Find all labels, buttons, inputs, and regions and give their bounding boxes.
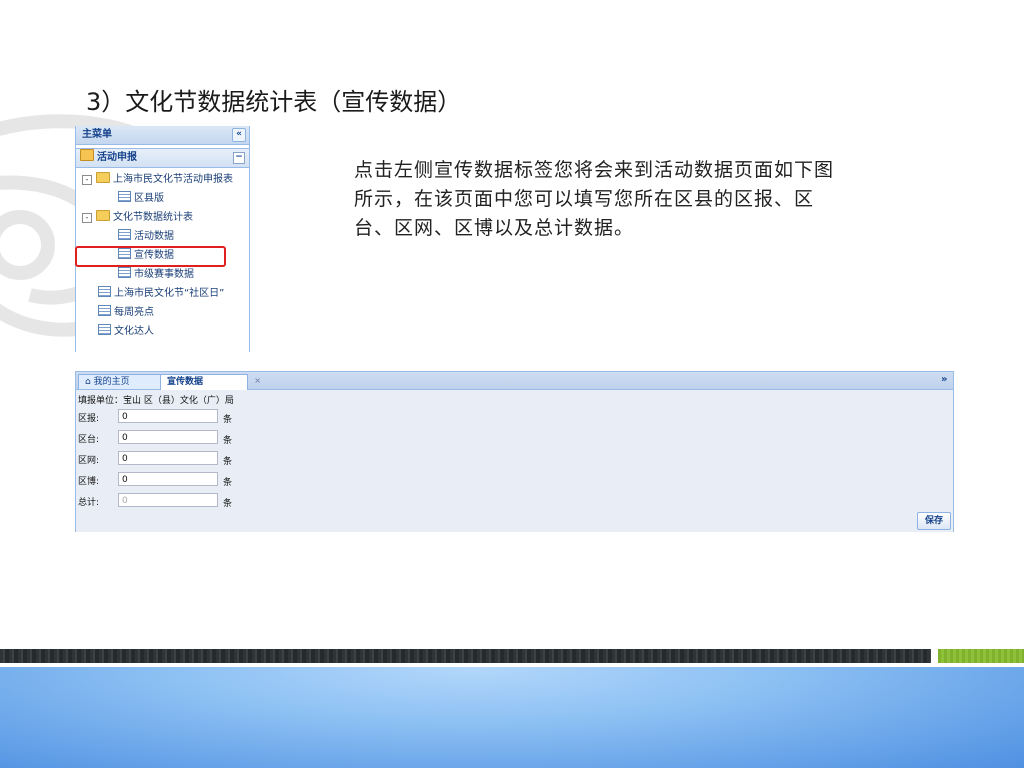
field-label: 区网:	[78, 456, 100, 466]
menu-group-label: 活动申报	[97, 152, 137, 163]
tree-item-city-competition-data[interactable]: 市级赛事数据	[76, 265, 249, 284]
field-unit: 条	[223, 457, 233, 467]
district-web-input[interactable]: 0	[118, 451, 218, 465]
folder-icon	[96, 172, 110, 183]
field-row-district-web: 区网: 0 条	[78, 451, 378, 467]
field-row-district-newspaper: 区报: 0 条	[78, 409, 378, 425]
footer-blue-band	[0, 667, 1024, 768]
main-menu-panel: 主菜单 « 活动申报 − - 上海市民文化节活动申报表 区县版 - 文化节数据统计表…	[75, 126, 250, 352]
tree-item-label: 活动数据	[134, 231, 174, 242]
form-body: 填报单位：宝山 区（县）文化（广）局 区报: 0 条 区台: 0 条 区网: 0…	[76, 390, 953, 532]
field-label: 总计:	[78, 498, 100, 508]
folder-icon	[96, 210, 110, 221]
tree-item-label: 文化达人	[114, 326, 154, 337]
publicity-data-form-panel: ⌂ 我的主页 宣传数据 × » 填报单位：宝山 区（县）文化（广）局 区报: 0…	[75, 371, 954, 532]
tree-item-statistics-folder[interactable]: - 文化节数据统计表	[76, 208, 249, 227]
field-unit: 条	[223, 478, 233, 488]
reporting-unit-text: 填报单位：宝山 区（县）文化（广）局	[78, 396, 234, 406]
tree-item-label: 区县版	[134, 193, 164, 204]
footer-green-band	[938, 649, 1024, 663]
field-unit: 条	[223, 415, 233, 425]
close-icon[interactable]: ×	[254, 374, 261, 388]
tree-item-label: 上海市民文化节“社区日”	[114, 288, 225, 299]
district-tv-input[interactable]: 0	[118, 430, 218, 444]
district-newspaper-input[interactable]: 0	[118, 409, 218, 423]
tree-item-label: 每周亮点	[114, 307, 154, 318]
slide-title: 3）文化节数据统计表（宣传数据）	[86, 88, 462, 116]
tree-item-culture-talent[interactable]: 文化达人	[76, 322, 249, 341]
menu-header-label: 主菜单	[82, 129, 112, 140]
folder-icon	[80, 149, 94, 161]
menu-group-activity-report[interactable]: 活动申报 −	[76, 148, 249, 168]
footer-dark-band	[0, 649, 931, 663]
tab-bar: ⌂ 我的主页 宣传数据 × »	[76, 372, 953, 390]
tree-item-district-version[interactable]: 区县版	[76, 189, 249, 208]
tab-label: 宣传数据	[167, 377, 204, 387]
tab-label: 我的主页	[93, 377, 130, 387]
field-label: 区报:	[78, 414, 100, 424]
document-icon	[118, 267, 131, 278]
tree-item-activity-data[interactable]: 活动数据	[76, 227, 249, 246]
document-icon	[118, 229, 131, 240]
document-icon	[98, 305, 111, 316]
total-input: 0	[118, 493, 218, 507]
tree-item-festival-report-folder[interactable]: - 上海市民文化节活动申报表	[76, 170, 249, 189]
field-label: 区台:	[78, 435, 100, 445]
selection-highlight-box	[75, 246, 226, 267]
field-unit: 条	[223, 436, 233, 446]
home-icon: ⌂	[85, 377, 91, 387]
tree-item-label: 文化节数据统计表	[113, 212, 193, 223]
save-button[interactable]: 保存	[917, 512, 951, 530]
tree-item-community-day[interactable]: 上海市民文化节“社区日”	[76, 284, 249, 303]
collapse-menu-button[interactable]: «	[232, 128, 246, 142]
field-row-district-tv: 区台: 0 条	[78, 430, 378, 446]
field-unit: 条	[223, 499, 233, 509]
tree-expander-icon[interactable]: -	[82, 175, 92, 185]
tree-item-label: 上海市民文化节活动申报表	[113, 174, 233, 185]
menu-header: 主菜单 «	[76, 126, 249, 145]
tree-expander-icon[interactable]: -	[82, 213, 92, 223]
field-row-district-blog: 区博: 0 条	[78, 472, 378, 488]
document-icon	[118, 191, 131, 202]
field-label: 区博:	[78, 477, 100, 487]
tab-scroll-icon[interactable]: »	[941, 373, 951, 387]
tree-item-weekly-highlights[interactable]: 每周亮点	[76, 303, 249, 322]
field-row-total: 总计: 0 条	[78, 493, 378, 509]
document-icon	[98, 286, 111, 297]
tab-home[interactable]: ⌂ 我的主页	[78, 374, 162, 389]
tree-item-label: 市级赛事数据	[134, 269, 194, 280]
collapse-group-icon[interactable]: −	[233, 152, 245, 164]
tab-publicity-data[interactable]: 宣传数据 ×	[160, 374, 261, 390]
district-blog-input[interactable]: 0	[118, 472, 218, 486]
description-text: 点击左侧宣传数据标签您将会来到活动数据页面如下图所示，在该页面中您可以填写您所在…	[354, 159, 835, 239]
document-icon	[98, 324, 111, 335]
